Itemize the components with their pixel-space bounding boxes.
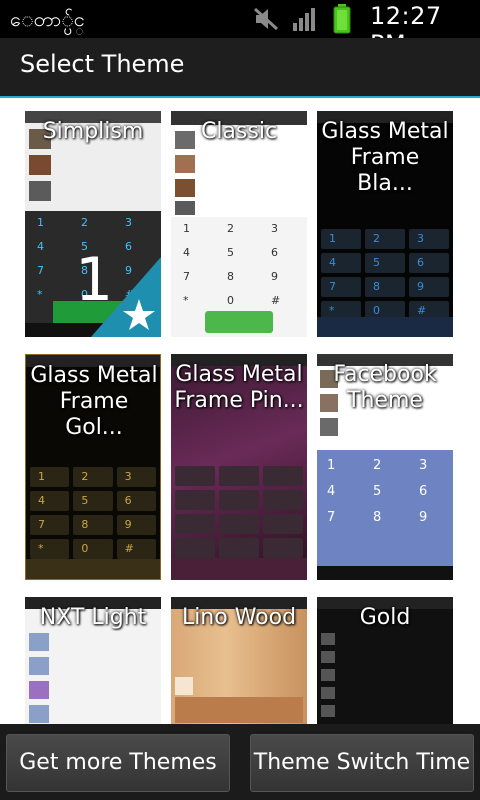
theme-preview-keypad: 123 456 789 *0# [30,467,156,559]
mute-icon [253,7,279,31]
theme-preview-keypad: 1 2 3 4 5 6 7 8 9 [317,450,453,566]
theme-tile-glass-metal-black[interactable]: 123 456 789 * 0 # Glass Metal Frame Bla... [317,111,453,337]
theme-tile-nxt-light[interactable]: NXT Light [25,597,161,724]
theme-name: Lino Wood [181,605,297,630]
bottom-action-bar: Get more Themes Theme Switch Time [0,724,480,800]
theme-switch-time-button[interactable]: Theme Switch Time [250,734,474,792]
theme-name: NXT Light [39,605,147,630]
theme-name: Simplism [42,119,144,144]
battery-icon [333,4,351,34]
theme-grid[interactable]: 123 456 789 *0# 1 Simplism 123 456 789 *… [0,98,480,724]
selected-theme-number: 1 [75,245,114,315]
theme-name: Glass Metal Frame Bla... [321,119,449,196]
theme-tile-lino-wood[interactable]: Lino Wood [171,597,307,724]
signal-icon [293,8,315,31]
title-bar: Select Theme [0,38,480,96]
theme-name: Facebook Theme [333,362,437,413]
theme-name: Glass Metal Frame Pin... [174,362,304,413]
theme-tile-classic[interactable]: 123 456 789 * 0 # Classic [171,111,307,337]
carrier-name: ေတာ္ပ်င္ [10,7,85,31]
theme-preview-keypad [175,466,303,558]
theme-name: Glass Metal Frame Gol... [30,363,158,440]
page-title: Select Theme [20,50,185,78]
theme-tile-simplism[interactable]: 123 456 789 *0# 1 Simplism [25,111,161,337]
theme-tile-glass-metal-gold[interactable]: 123 456 789 * 0 # Glass Metal Frame Gol... [25,354,161,580]
theme-name: Classic [200,119,278,144]
theme-preview-keypad: 123 456 789 *0# [183,222,281,307]
theme-tile-glass-metal-pink[interactable]: Glass Metal Frame Pin... [171,354,307,580]
status-bar: ေတာ္ပ်င္ 12:27 PM [0,0,480,58]
get-more-themes-button[interactable]: Get more Themes [6,734,230,792]
theme-tile-gold[interactable]: Gold [317,597,453,724]
theme-tile-facebook[interactable]: 1 2 3 4 5 6 7 8 9 Facebook Theme [317,354,453,580]
theme-name: Gold [359,605,411,630]
theme-preview-keypad: 123 456 789 *0# [321,229,449,321]
